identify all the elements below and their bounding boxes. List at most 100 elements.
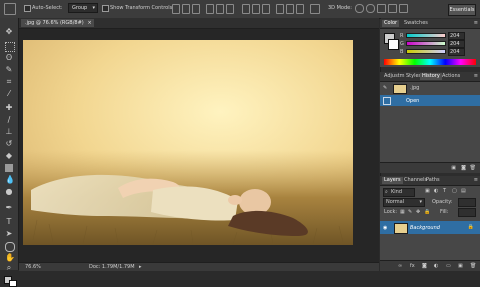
lock-position-icon[interactable]: ✥ xyxy=(416,209,420,215)
auto-select-checkbox[interactable] xyxy=(24,5,31,12)
canvas-image[interactable] xyxy=(23,40,353,245)
layer-row-background[interactable]: ◉ Background 🔒 xyxy=(380,221,480,234)
close-icon[interactable]: × xyxy=(88,19,92,27)
hand-tool-icon[interactable]: ✋ xyxy=(5,254,15,262)
3d-rotate-icon[interactable] xyxy=(355,4,364,13)
blue-value[interactable]: 204 xyxy=(448,48,465,56)
doc-size-info[interactable]: Doc: 1.79M/1.79M xyxy=(89,264,135,270)
dodge-tool-icon[interactable]: ● xyxy=(5,188,13,196)
show-transform-checkbox[interactable] xyxy=(102,5,109,12)
filter-type-icon[interactable]: T xyxy=(443,188,446,194)
blur-tool-icon[interactable]: 💧 xyxy=(5,176,15,184)
zoom-level[interactable]: 76.6% xyxy=(25,264,41,270)
gradient-tool-icon[interactable] xyxy=(5,164,13,172)
history-item-open[interactable]: Open xyxy=(380,95,480,106)
filter-adjustment-icon[interactable]: ◐ xyxy=(434,188,438,194)
lock-all-icon[interactable]: 🔒 xyxy=(424,209,430,215)
trash-icon[interactable]: 🗑 xyxy=(470,263,476,269)
clone-stamp-tool-icon[interactable]: ⊥ xyxy=(5,128,13,136)
link-layers-icon[interactable]: ∞ xyxy=(398,263,402,269)
spot-healing-tool-icon[interactable]: ✚ xyxy=(5,104,13,112)
distribute-hcenter-icon[interactable] xyxy=(286,4,294,14)
history-brush-source-icon[interactable]: ✎ xyxy=(383,85,387,91)
new-layer-icon[interactable]: ▣ xyxy=(458,263,463,269)
type-tool-icon[interactable]: T xyxy=(5,218,13,226)
panel-menu-icon[interactable]: ≡ xyxy=(474,177,478,183)
background-swatch-large[interactable] xyxy=(388,39,399,50)
tab-adjustments[interactable]: Adjustm xyxy=(382,73,407,80)
crop-tool-icon[interactable]: ⌗ xyxy=(5,78,13,86)
document-tab-bar: .jpg @ 76.6% (RGB/8#) × xyxy=(19,18,379,29)
history-snapshot-row[interactable]: ✎ .jpg xyxy=(380,82,480,94)
filter-shape-icon[interactable]: ▢ xyxy=(452,188,457,194)
distribute-right-icon[interactable] xyxy=(296,4,304,14)
history-brush-tool-icon[interactable]: ↺ xyxy=(5,140,13,148)
3d-roll-icon[interactable] xyxy=(366,4,375,13)
lock-pixels-icon[interactable]: ✎ xyxy=(408,209,412,215)
green-slider[interactable] xyxy=(406,41,446,46)
tab-paths[interactable]: Paths xyxy=(424,177,442,184)
filter-pixel-icon[interactable]: ▣ xyxy=(425,188,430,194)
3d-drag-icon[interactable] xyxy=(377,4,386,13)
panel-menu-icon[interactable]: ≡ xyxy=(474,73,478,79)
move-tool-icon[interactable] xyxy=(4,3,16,15)
background-color-swatch[interactable] xyxy=(9,280,17,287)
adjustment-layer-icon[interactable]: ◐ xyxy=(434,263,438,269)
fill-field[interactable] xyxy=(458,208,476,217)
eye-icon[interactable]: ◉ xyxy=(383,225,387,231)
3d-slide-icon[interactable] xyxy=(388,4,397,13)
lasso-tool-icon[interactable]: ʘ xyxy=(5,54,13,62)
align-bottom-icon[interactable] xyxy=(192,4,200,14)
align-right-icon[interactable] xyxy=(226,4,234,14)
auto-select-dropdown[interactable]: Group ▾ xyxy=(68,3,98,13)
trash-icon[interactable]: 🗑 xyxy=(470,165,476,171)
search-icon: ⌕ xyxy=(385,189,388,195)
eyedropper-tool-icon[interactable]: ⁄ xyxy=(5,90,13,98)
document-tab-title: .jpg @ 76.6% (RGB/8#) xyxy=(25,20,84,26)
filter-smart-object-icon[interactable]: ▤ xyxy=(461,188,466,194)
camera-snapshot-icon[interactable]: ◙ xyxy=(461,165,466,171)
tab-color[interactable]: Color xyxy=(382,20,400,27)
new-document-from-state-icon[interactable]: ▣ xyxy=(451,165,456,171)
lock-transparency-icon[interactable]: ▦ xyxy=(400,209,405,215)
zoom-tool-icon[interactable]: ⌕ xyxy=(5,264,13,272)
red-value[interactable]: 204 xyxy=(448,32,465,40)
tab-actions[interactable]: Actions xyxy=(440,73,462,80)
panel-menu-icon[interactable]: ≡ xyxy=(474,20,478,26)
blend-mode-dropdown[interactable]: Normal ▾ xyxy=(383,198,425,207)
new-group-icon[interactable]: ▭ xyxy=(446,263,451,269)
path-selection-tool-icon[interactable]: ➤ xyxy=(5,230,13,238)
layer-style-icon[interactable]: fx xyxy=(410,263,415,269)
auto-select-mode: Group xyxy=(72,5,88,11)
tab-history[interactable]: History xyxy=(420,73,442,80)
move-tool-icon[interactable]: ✥ xyxy=(5,28,13,36)
align-hcenter-icon[interactable] xyxy=(216,4,224,14)
blue-slider[interactable] xyxy=(406,49,446,54)
tab-layers[interactable]: Layers xyxy=(382,177,403,184)
layer-filter-dropdown[interactable]: ⌕ Kind xyxy=(383,188,415,197)
auto-align-icon[interactable] xyxy=(310,4,320,14)
align-top-icon[interactable] xyxy=(172,4,180,14)
workspace-switcher-button[interactable]: Essentials xyxy=(448,4,476,16)
document-tab[interactable]: .jpg @ 76.6% (RGB/8#) × xyxy=(21,19,94,27)
status-menu-arrow-icon[interactable]: ▸ xyxy=(139,264,142,270)
quick-selection-tool-icon[interactable]: ✎ xyxy=(5,66,13,74)
color-spectrum-bar[interactable] xyxy=(384,59,476,65)
distribute-left-icon[interactable] xyxy=(276,4,284,14)
marquee-tool-icon[interactable] xyxy=(5,42,15,52)
tab-swatches[interactable]: Swatches xyxy=(402,20,430,27)
distribute-bottom-icon[interactable] xyxy=(262,4,270,14)
add-mask-icon[interactable]: ◙ xyxy=(422,263,427,269)
align-left-icon[interactable] xyxy=(206,4,214,14)
green-value[interactable]: 204 xyxy=(448,40,465,48)
distribute-vcenter-icon[interactable] xyxy=(252,4,260,14)
brush-tool-icon[interactable]: ∕ xyxy=(5,116,13,124)
eraser-tool-icon[interactable]: ◆ xyxy=(5,152,13,160)
align-vcenter-icon[interactable] xyxy=(182,4,190,14)
distribute-top-icon[interactable] xyxy=(242,4,250,14)
shape-tool-icon[interactable] xyxy=(5,242,15,252)
red-slider[interactable] xyxy=(406,33,446,38)
pen-tool-icon[interactable]: ✒ xyxy=(5,204,13,212)
3d-scale-icon[interactable] xyxy=(399,4,408,13)
opacity-field[interactable] xyxy=(458,198,476,207)
